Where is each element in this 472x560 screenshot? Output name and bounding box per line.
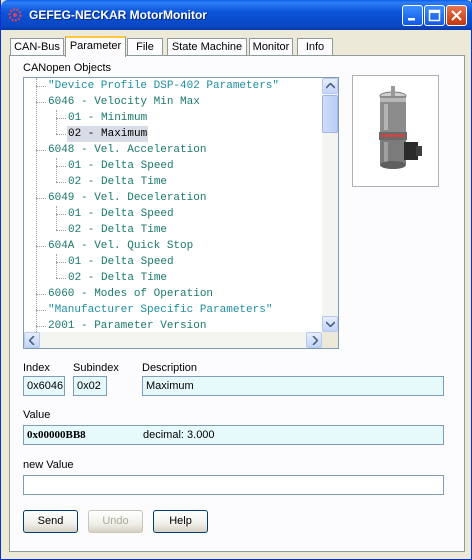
app-logo-icon (8, 8, 22, 22)
tree-connector (36, 86, 46, 87)
tree-connector (36, 102, 46, 103)
tab-monitor[interactable]: Monitor (249, 38, 293, 56)
canopen-objects-label: CANopen Objects (23, 62, 112, 74)
tree-node-6046-01[interactable]: 01 - Minimum (68, 110, 147, 126)
tree-node-manufacturer[interactable]: "Manufacturer Specific Parameters" (48, 302, 272, 318)
tree-connector (56, 158, 57, 182)
value-label: Value (23, 409, 51, 421)
description-field[interactable]: Maximum (142, 376, 444, 396)
tree-connector (56, 182, 66, 183)
maximize-icon (428, 9, 441, 22)
tree-node-device-profile[interactable]: "Device Profile DSP-402 Parameters" (48, 78, 279, 94)
help-button[interactable]: Help (153, 510, 208, 533)
motor-icon (379, 86, 422, 169)
tree-connector (56, 134, 66, 135)
canopen-tree[interactable]: "Device Profile DSP-402 Parameters" 6046… (23, 77, 339, 349)
tree-connector (56, 278, 66, 279)
tree-connector (36, 310, 46, 311)
value-field[interactable]: 0x00000BB8 decimal: 3.000 (23, 425, 444, 445)
minimize-icon (408, 18, 415, 21)
tree-connector (36, 150, 46, 151)
scroll-thumb[interactable] (322, 95, 338, 133)
tree-connector (36, 326, 46, 327)
tree-node-604a[interactable]: 604A - Vel. Quick Stop (48, 238, 193, 254)
description-label: Description (142, 362, 198, 374)
tree-node-6048[interactable]: 6048 - Vel. Acceleration (48, 142, 206, 158)
tree-node-6046[interactable]: 6046 - Velocity Min Max (48, 94, 200, 110)
window-title: GEFEG-NECKAR MotorMonitor (29, 8, 207, 22)
tree-node-6046-02-selected[interactable]: 02 - Maximum (67, 126, 149, 142)
tab-file[interactable]: File (127, 38, 163, 56)
index-field[interactable]: 0x6046 (23, 376, 65, 396)
tree-connector (56, 254, 57, 278)
tree-node-604a-02[interactable]: 02 - Delta Time (68, 270, 167, 286)
arrow-down-icon (326, 321, 335, 327)
arrow-left-icon (29, 336, 35, 345)
tree-connector (56, 230, 66, 231)
tree-connector (56, 118, 66, 119)
send-button[interactable]: Send (23, 510, 78, 533)
tree-connector (56, 110, 57, 134)
tree-connector (36, 294, 46, 295)
value-hex: 0x00000BB8 (27, 429, 86, 441)
arrow-right-icon (312, 336, 318, 345)
app-window: GEFEG-NECKAR MotorMonitor CAN-Bus Parame… (0, 0, 472, 560)
tab-parameter[interactable]: Parameter (65, 36, 126, 57)
tree-node-6060[interactable]: 6060 - Modes of Operation (48, 286, 213, 302)
scroll-down-button[interactable] (322, 316, 338, 332)
tree-node-6048-02[interactable]: 02 - Delta Time (68, 174, 167, 190)
undo-button[interactable]: Undo (88, 510, 143, 533)
scroll-corner (322, 332, 338, 348)
close-icon (451, 10, 462, 21)
tree-connector (36, 78, 37, 348)
tab-info[interactable]: Info (297, 38, 333, 56)
tree-node-6049[interactable]: 6049 - Vel. Deceleration (48, 190, 206, 206)
tree-horizontal-scrollbar[interactable] (24, 332, 322, 348)
tree-node-604a-01[interactable]: 01 - Delta Speed (68, 254, 174, 270)
tree-node-6049-01[interactable]: 01 - Delta Speed (68, 206, 174, 222)
tree-connector (36, 246, 46, 247)
subindex-field[interactable]: 0x02 (73, 376, 107, 396)
tree-connector (56, 166, 66, 167)
arrow-up-icon (326, 83, 335, 89)
scroll-right-button[interactable] (306, 332, 322, 348)
scroll-left-button[interactable] (24, 332, 40, 348)
tree-node-6049-02[interactable]: 02 - Delta Time (68, 222, 167, 238)
tree-connector (56, 214, 66, 215)
close-button[interactable] (446, 5, 467, 26)
title-bar[interactable]: GEFEG-NECKAR MotorMonitor (1, 0, 472, 30)
maximize-button[interactable] (424, 5, 445, 26)
tab-state-machine[interactable]: State Machine (167, 38, 247, 56)
tree-node-6048-01[interactable]: 01 - Delta Speed (68, 158, 174, 174)
scroll-up-button[interactable] (322, 78, 338, 94)
tab-can-bus[interactable]: CAN-Bus (10, 38, 64, 56)
tree-connector (56, 206, 57, 230)
subindex-label: Subindex (73, 362, 119, 374)
new-value-label: new Value (23, 459, 74, 471)
new-value-input[interactable] (23, 475, 444, 495)
tree-vertical-scrollbar[interactable] (322, 78, 338, 332)
index-label: Index (23, 362, 50, 374)
tree-connector (56, 262, 66, 263)
tree-connector (36, 198, 46, 199)
motor-image (352, 75, 439, 187)
minimize-button[interactable] (402, 5, 423, 26)
value-decimal: decimal: 3.000 (143, 429, 215, 441)
parameter-panel: CANopen Objects "Device Profile DSP-402 … (9, 55, 465, 552)
